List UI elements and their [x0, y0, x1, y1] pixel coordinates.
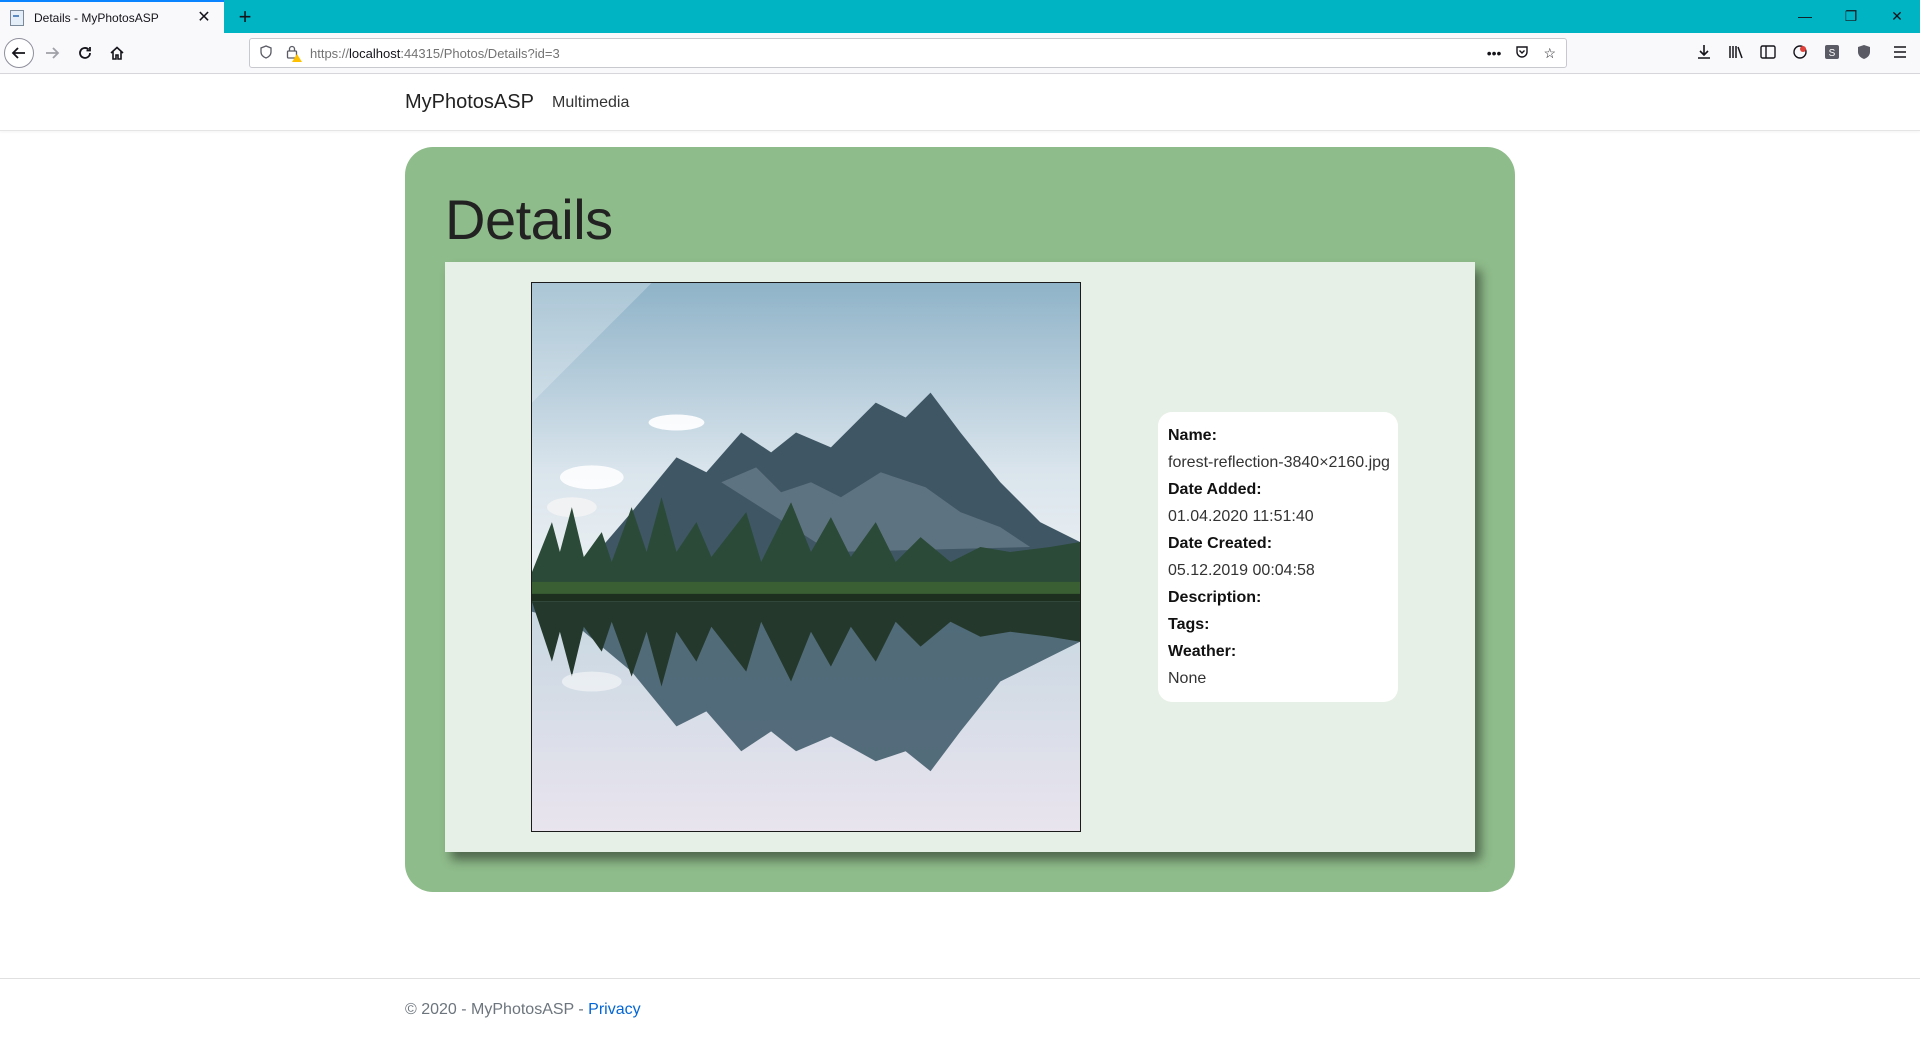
minimize-icon[interactable]: — [1782, 0, 1828, 33]
back-icon[interactable] [4, 38, 34, 68]
close-window-icon[interactable]: ✕ [1874, 0, 1920, 33]
library-icon[interactable] [1720, 44, 1752, 64]
site-footer: © 2020 - MyPhotosASP - Privacy [405, 1001, 641, 1019]
name-label: Name: [1168, 427, 1217, 444]
extension-icon[interactable]: S [1816, 44, 1848, 64]
browser-tab-strip: Details - MyPhotosASP ✕ + — ❐ ✕ [0, 0, 1920, 33]
shield-icon[interactable] [258, 44, 274, 62]
browser-tab-details[interactable]: Details - MyPhotosASP ✕ [0, 0, 224, 33]
footer-copyright: © 2020 - MyPhotosASP - [405, 1001, 589, 1018]
date-created-value: 05.12.2019 00:04:58 [1168, 562, 1315, 579]
privacy-link[interactable]: Privacy [588, 1001, 640, 1018]
site-header: MyPhotosASP Multimedia [0, 75, 1920, 131]
url-scheme: https:// [310, 45, 350, 61]
tags-label: Tags: [1168, 616, 1210, 633]
weather-value: None [1168, 670, 1207, 687]
svg-text:S: S [1829, 48, 1836, 59]
extension-icon[interactable] [1784, 44, 1816, 64]
date-created-label: Date Created: [1168, 535, 1273, 552]
brand-link[interactable]: MyPhotosASP [405, 91, 534, 114]
sidebar-icon[interactable] [1752, 44, 1784, 63]
details-card: Details Name: forest-reflection-3840×216… [405, 147, 1515, 892]
menu-icon[interactable] [1880, 45, 1920, 62]
forward-icon[interactable] [37, 38, 67, 68]
ublock-icon[interactable] [1848, 44, 1880, 64]
photo-info-box: Name: forest-reflection-3840×2160.jpg Da… [1158, 412, 1398, 702]
pocket-icon[interactable] [1515, 45, 1529, 62]
weather-label: Weather: [1168, 643, 1237, 660]
tab-title: Details - MyPhotosASP [34, 10, 159, 25]
footer-divider [0, 978, 1920, 979]
more-icon[interactable]: ••• [1487, 45, 1502, 62]
nav-link-multimedia[interactable]: Multimedia [552, 94, 629, 112]
restore-icon[interactable]: ❐ [1828, 0, 1874, 33]
page-favicon-icon [10, 9, 24, 26]
photo-image [531, 282, 1081, 832]
url-text[interactable]: https://localhost:44315/Photos/Details?i… [310, 46, 1487, 61]
address-bar[interactable]: https://localhost:44315/Photos/Details?i… [249, 38, 1567, 68]
reload-icon[interactable] [70, 38, 100, 68]
name-value: forest-reflection-3840×2160.jpg [1168, 454, 1390, 471]
url-path: :44315/Photos/Details?id=3 [400, 45, 560, 61]
home-icon[interactable] [102, 38, 132, 68]
download-icon[interactable] [1688, 44, 1720, 64]
url-host: localhost [349, 45, 401, 61]
date-added-value: 01.04.2020 11:51:40 [1168, 508, 1314, 525]
page-title: Details [445, 188, 613, 251]
bookmark-star-icon[interactable]: ☆ [1543, 45, 1556, 62]
date-added-label: Date Added: [1168, 481, 1262, 498]
tab-close-icon[interactable]: ✕ [194, 8, 214, 28]
new-tab-button[interactable]: + [231, 3, 259, 31]
lock-warning-icon[interactable] [284, 45, 302, 62]
browser-toolbar: https://localhost:44315/Photos/Details?i… [0, 33, 1920, 74]
description-label: Description: [1168, 589, 1262, 606]
details-panel: Name: forest-reflection-3840×2160.jpg Da… [445, 262, 1475, 852]
